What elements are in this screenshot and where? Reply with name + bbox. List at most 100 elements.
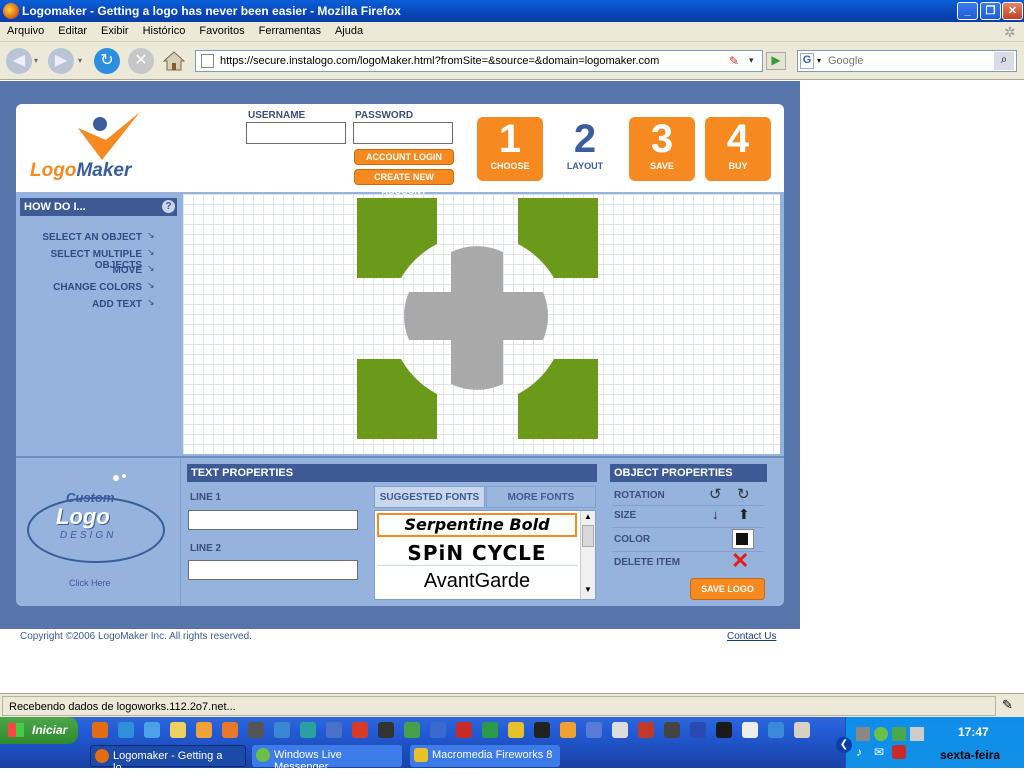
app-quicklaunch-icon[interactable] (456, 722, 472, 738)
menu-ferramentas[interactable]: Ferramentas (252, 22, 328, 37)
step-layout[interactable]: 2 LAYOUT (552, 117, 618, 181)
security-icon[interactable]: ✎ (729, 54, 739, 68)
restore-button[interactable]: ❐ (980, 2, 1001, 20)
app-quicklaunch-icon[interactable] (768, 722, 784, 738)
clock-time[interactable]: 17:47 (958, 725, 989, 739)
app-quicklaunch-icon[interactable] (274, 722, 290, 738)
tray-app-icon[interactable] (892, 727, 906, 741)
rotate-left-icon[interactable]: ↺ (709, 485, 722, 503)
google-icon[interactable]: G (800, 53, 814, 69)
start-button[interactable]: Iniciar (0, 717, 78, 744)
size-down-icon[interactable]: ↓ (712, 507, 719, 522)
url-dropdown-icon[interactable]: ▾ (749, 55, 754, 66)
url-bar[interactable]: https://secure.instalogo.com/logoMaker.h… (195, 50, 763, 72)
firefox-quicklaunch-icon[interactable] (92, 722, 108, 738)
rotate-right-icon[interactable]: ↻ (737, 485, 750, 503)
step-save[interactable]: 3 SAVE (629, 117, 695, 181)
engine-dropdown-icon[interactable]: ▾ (817, 56, 821, 65)
menu-exibir[interactable]: Exibir (94, 22, 136, 37)
app-quicklaunch-icon[interactable] (560, 722, 576, 738)
tab-more-fonts[interactable]: MORE FONTS (486, 486, 596, 508)
app-quicklaunch-icon[interactable] (664, 722, 680, 738)
mail-icon[interactable]: ✉ (874, 745, 888, 759)
contact-us-link[interactable]: Contact Us (727, 631, 776, 642)
app-quicklaunch-icon[interactable] (482, 722, 498, 738)
app-quicklaunch-icon[interactable] (586, 722, 602, 738)
line1-input[interactable] (188, 510, 358, 530)
font-option-serpentine[interactable]: Serpentine Bold (377, 513, 577, 537)
line2-input[interactable] (188, 560, 358, 580)
app-quicklaunch-icon[interactable] (612, 722, 628, 738)
task-firefox[interactable]: Logomaker - Getting a lo... (90, 745, 246, 774)
step-buy[interactable]: 4 BUY (705, 117, 771, 181)
app-quicklaunch-icon[interactable] (222, 722, 238, 738)
save-logo-button[interactable]: SAVE LOGO (690, 578, 765, 600)
logo-cross[interactable] (403, 246, 549, 390)
search-input[interactable] (828, 53, 988, 69)
username-input[interactable] (246, 122, 346, 144)
scroll-up-icon[interactable]: ▲ (582, 512, 594, 524)
home-icon[interactable] (162, 50, 186, 72)
app-quicklaunch-icon[interactable] (638, 722, 654, 738)
custom-logo-design-banner[interactable]: Custom Logo DESIGN (26, 470, 166, 570)
click-here-link[interactable]: Click Here (69, 578, 111, 588)
network-tray-icon[interactable] (910, 727, 924, 741)
font-option-spin-cycle[interactable]: SPiN CYCLE (377, 540, 577, 566)
task-fireworks[interactable]: Macromedia Fireworks 8 (410, 745, 560, 767)
go-icon[interactable]: ▶ (766, 52, 786, 70)
window-title-bar[interactable]: Logomaker - Getting a logo has never bee… (0, 0, 1024, 22)
ie-quicklaunch-icon[interactable] (144, 722, 160, 738)
forward-dropdown-icon[interactable]: ▾ (78, 56, 82, 65)
font-list-scrollbar[interactable]: ▲ ▼ (580, 511, 595, 599)
close-button[interactable]: ✕ (1002, 2, 1023, 20)
minimize-button[interactable]: _ (957, 2, 978, 20)
delete-icon[interactable]: ✕ (731, 548, 749, 574)
font-list[interactable]: Serpentine Bold SPiN CYCLE AvantGarde ▲ … (374, 510, 596, 600)
scroll-thumb[interactable] (582, 525, 594, 547)
tray-app-icon[interactable] (856, 727, 870, 741)
logo-corner-top-left[interactable] (357, 198, 437, 278)
messenger-tray-icon[interactable] (874, 727, 888, 741)
search-icon[interactable]: ⌕ (994, 52, 1014, 70)
menu-favoritos[interactable]: Favoritos (192, 22, 251, 37)
ie-quicklaunch-icon[interactable] (118, 722, 134, 738)
app-quicklaunch-icon[interactable] (508, 722, 524, 738)
app-quicklaunch-icon[interactable] (794, 722, 810, 738)
app-quicklaunch-icon[interactable] (534, 722, 550, 738)
tray-expand-icon[interactable]: ❮ (836, 737, 852, 753)
folder-quicklaunch-icon[interactable] (170, 722, 186, 738)
app-quicklaunch-icon[interactable] (326, 722, 342, 738)
account-login-button[interactable]: ACCOUNT LOGIN (354, 149, 454, 165)
logo-canvas[interactable] (183, 194, 780, 454)
back-icon[interactable]: ◀ (6, 48, 32, 74)
url-text[interactable]: https://secure.instalogo.com/logoMaker.h… (220, 55, 659, 67)
menu-editar[interactable]: Editar (51, 22, 94, 37)
back-dropdown-icon[interactable]: ▾ (34, 56, 38, 65)
menu-ajuda[interactable]: Ajuda (328, 22, 370, 37)
password-input[interactable] (353, 122, 453, 144)
font-option-avantgarde[interactable]: AvantGarde (377, 568, 577, 594)
menu-arquivo[interactable]: Arquivo (0, 22, 51, 37)
volume-icon[interactable]: ♪ (856, 745, 870, 759)
how-move[interactable]: MOVE (16, 265, 142, 276)
step-choose[interactable]: 1 CHOOSE (477, 117, 543, 181)
app-quicklaunch-icon[interactable] (404, 722, 420, 738)
how-change-colors[interactable]: CHANGE COLORS (16, 282, 142, 293)
security-tray-icon[interactable] (892, 745, 906, 759)
reload-icon[interactable]: ↻ (94, 48, 120, 74)
logomaker-logo[interactable]: LogoMaker (30, 110, 160, 184)
size-up-icon[interactable]: ⬆ (738, 506, 750, 523)
tab-suggested-fonts[interactable]: SUGGESTED FONTS (374, 486, 485, 508)
app-quicklaunch-icon[interactable] (352, 722, 368, 738)
logo-corner-bottom-right[interactable] (518, 359, 598, 439)
app-quicklaunch-icon[interactable] (300, 722, 316, 738)
app-quicklaunch-icon[interactable] (378, 722, 394, 738)
help-icon[interactable]: ? (162, 200, 175, 213)
app-quicklaunch-icon[interactable] (742, 722, 758, 738)
app-quicklaunch-icon[interactable] (248, 722, 264, 738)
app-quicklaunch-icon[interactable] (196, 722, 212, 738)
color-picker-button[interactable] (732, 529, 754, 549)
search-box[interactable]: G ▾ ⌕ (797, 50, 1017, 72)
create-account-button[interactable]: CREATE NEW ACCOUNT (354, 169, 454, 196)
how-add-text[interactable]: ADD TEXT (16, 299, 142, 310)
